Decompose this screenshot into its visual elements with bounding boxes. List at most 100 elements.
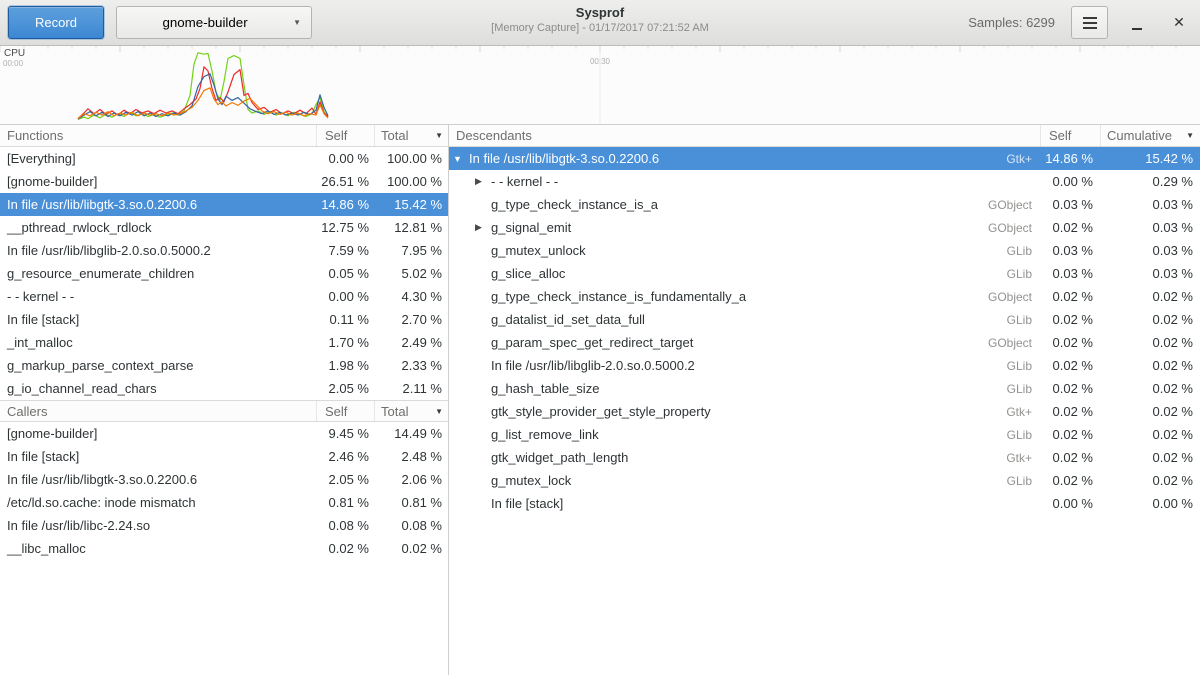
expander-icon[interactable]: ▼ [453,154,469,164]
cell-cumulative-percent: 0.03 % [1100,197,1200,212]
library-badge: GObject [988,198,1040,212]
sort-indicator-icon: ▼ [1186,131,1194,140]
tree-row[interactable]: g_type_check_instance_is_aGObject0.03 %0… [449,193,1200,216]
table-row[interactable]: In file [stack]2.46 %2.48 % [0,445,448,468]
callers-header: Callers Self Total ▼ [0,400,448,422]
descendants-column-header[interactable]: Descendants [449,125,1040,146]
tree-row[interactable]: In file /usr/lib/libglib-2.0.so.0.5000.2… [449,354,1200,377]
table-row[interactable]: In file [stack]0.11 %2.70 % [0,308,448,331]
cell-self-percent: 0.02 % [1040,381,1100,396]
table-row[interactable]: In file /usr/lib/libglib-2.0.so.0.5000.2… [0,239,448,262]
table-row[interactable]: [gnome-builder]26.51 %100.00 % [0,170,448,193]
cpu-graph[interactable]: CPU 00:00 00:30 [0,46,1200,125]
tree-row[interactable]: g_datalist_id_set_data_fullGLib0.02 %0.0… [449,308,1200,331]
tree-row[interactable]: gtk_style_provider_get_style_propertyGtk… [449,400,1200,423]
tree-row[interactable]: g_param_spec_get_redirect_targetGObject0… [449,331,1200,354]
table-row[interactable]: __pthread_rwlock_rdlock12.75 %12.81 % [0,216,448,239]
cell-function-name: [gnome-builder] [0,174,316,189]
total-column-header[interactable]: Total ▼ [374,401,448,421]
tree-row[interactable]: g_mutex_unlockGLib0.03 %0.03 % [449,239,1200,262]
process-selector[interactable]: gnome-builder ▼ [116,6,312,39]
cell-function-name: In file [stack] [0,312,316,327]
table-row[interactable]: [gnome-builder]9.45 %14.49 % [0,422,448,445]
cell-total-percent: 2.70 % [374,312,448,327]
tree-row[interactable]: g_mutex_lockGLib0.02 %0.02 % [449,469,1200,492]
cell-self-percent: 0.03 % [1040,243,1100,258]
table-row[interactable]: g_resource_enumerate_children0.05 %5.02 … [0,262,448,285]
cell-self-percent: 0.11 % [316,312,374,327]
cell-cumulative-percent: 0.02 % [1100,473,1200,488]
tree-row[interactable]: g_hash_table_sizeGLib0.02 %0.02 % [449,377,1200,400]
table-row[interactable]: [Everything]0.00 %100.00 % [0,147,448,170]
table-row[interactable]: g_markup_parse_context_parse1.98 %2.33 % [0,354,448,377]
library-badge: Gtk+ [1006,451,1040,465]
table-row[interactable]: In file /usr/lib/libgtk-3.so.0.2200.614.… [0,193,448,216]
cell-self-percent: 0.00 % [1040,174,1100,189]
cell-cumulative-percent: 0.02 % [1100,335,1200,350]
minimize-button[interactable] [1124,8,1150,38]
sort-indicator-icon: ▼ [435,407,443,416]
cell-descendant-name: g_slice_allocGLib [449,266,1040,281]
cumulative-column-header[interactable]: Cumulative ▼ [1100,125,1200,146]
cell-function-name: /etc/ld.so.cache: inode mismatch [0,495,316,510]
record-button[interactable]: Record [8,6,104,39]
time-tick-start: 00:00 [3,59,23,68]
self-column-header[interactable]: Self [1040,125,1100,146]
table-row[interactable]: _int_malloc1.70 %2.49 % [0,331,448,354]
cell-self-percent: 14.86 % [1040,151,1100,166]
library-badge: GObject [988,336,1040,350]
cell-function-name: g_resource_enumerate_children [0,266,316,281]
menu-button[interactable] [1071,6,1108,39]
cell-cumulative-percent: 0.02 % [1100,312,1200,327]
self-column-header[interactable]: Self [316,125,374,146]
tree-row[interactable]: g_slice_allocGLib0.03 %0.03 % [449,262,1200,285]
callers-column-header[interactable]: Callers [0,401,316,421]
cell-descendant-name: ▼In file /usr/lib/libgtk-3.so.0.2200.6Gt… [449,151,1040,166]
close-button[interactable]: ✕ [1166,8,1192,38]
cell-function-name: [Everything] [0,151,316,166]
cell-function-name: __libc_malloc [0,541,316,556]
tree-row[interactable]: ▼In file /usr/lib/libgtk-3.so.0.2200.6Gt… [449,147,1200,170]
functions-column-header[interactable]: Functions [0,125,316,146]
cell-self-percent: 2.05 % [316,381,374,396]
library-badge: GObject [988,290,1040,304]
cumulative-column-label: Cumulative [1107,128,1172,143]
cell-total-percent: 5.02 % [374,266,448,281]
tree-row[interactable]: ▶- - kernel - -0.00 %0.29 % [449,170,1200,193]
descendant-name-label: g_list_remove_link [491,427,599,442]
table-row[interactable]: In file /usr/lib/libgtk-3.so.0.2200.62.0… [0,468,448,491]
tree-row[interactable]: g_type_check_instance_is_fundamentally_a… [449,285,1200,308]
cell-function-name: In file /usr/lib/libgtk-3.so.0.2200.6 [0,197,316,212]
cell-descendant-name: gtk_style_provider_get_style_propertyGtk… [449,404,1040,419]
table-row[interactable]: __libc_malloc0.02 %0.02 % [0,537,448,560]
self-column-header[interactable]: Self [316,401,374,421]
descendant-name-label: g_mutex_unlock [491,243,586,258]
total-column-header[interactable]: Total ▼ [374,125,448,146]
cell-total-percent: 2.48 % [374,449,448,464]
expander-icon[interactable]: ▶ [475,176,491,187]
tree-row[interactable]: g_list_remove_linkGLib0.02 %0.02 % [449,423,1200,446]
cell-self-percent: 0.03 % [1040,197,1100,212]
cell-total-percent: 0.02 % [374,541,448,556]
table-row[interactable]: /etc/ld.so.cache: inode mismatch0.81 %0.… [0,491,448,514]
tree-row[interactable]: In file [stack]0.00 %0.00 % [449,492,1200,515]
cell-total-percent: 2.11 % [374,381,448,396]
table-row[interactable]: g_io_channel_read_chars2.05 %2.11 % [0,377,448,400]
descendant-name-label: - - kernel - - [491,174,558,189]
tree-row[interactable]: ▶g_signal_emitGObject0.02 %0.03 % [449,216,1200,239]
table-row[interactable]: - - kernel - -0.00 %4.30 % [0,285,448,308]
expander-icon[interactable]: ▶ [475,222,491,233]
library-badge: GLib [1007,474,1040,488]
right-pane: Descendants Self Cumulative ▼ ▼In file /… [449,125,1200,675]
descendant-name-label: gtk_widget_path_length [491,450,628,465]
cell-total-percent: 12.81 % [374,220,448,235]
library-badge: GObject [988,221,1040,235]
cell-function-name: In file /usr/lib/libgtk-3.so.0.2200.6 [0,472,316,487]
table-row[interactable]: In file /usr/lib/libc-2.24.so0.08 %0.08 … [0,514,448,537]
tree-row[interactable]: gtk_widget_path_lengthGtk+0.02 %0.02 % [449,446,1200,469]
descendant-name-label: gtk_style_provider_get_style_property [491,404,711,419]
library-badge: GLib [1007,382,1040,396]
cell-self-percent: 0.02 % [1040,289,1100,304]
cell-descendant-name: ▶g_signal_emitGObject [449,220,1040,235]
cell-self-percent: 0.02 % [1040,312,1100,327]
